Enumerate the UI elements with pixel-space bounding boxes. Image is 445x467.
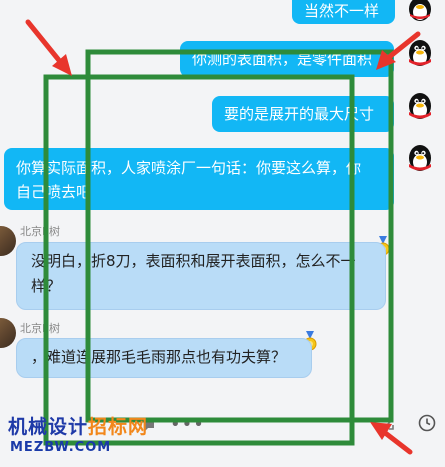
- watermark-part2: 招标网: [88, 416, 149, 438]
- outgoing-message-bubble[interactable]: 要的是展开的最大尺寸: [212, 96, 394, 132]
- message-text-line: 样？: [31, 277, 62, 295]
- watermark-title: 机械设计招标网: [8, 412, 148, 439]
- message-text: ，难道连展那毛毛雨那点也有功夫算？: [31, 348, 287, 366]
- sender-name: 北京E树: [20, 322, 60, 335]
- contact-avatar[interactable]: [0, 226, 16, 256]
- contact-avatar[interactable]: [0, 318, 16, 348]
- incoming-message-bubble[interactable]: ，难道连展那毛毛雨那点也有功夫算？: [16, 338, 312, 378]
- outgoing-message-bubble[interactable]: 你算实际面积，人家喷涂厂一句话：你要这么算，你 自己喷去吧: [4, 148, 394, 210]
- penguin-avatar-icon[interactable]: [405, 143, 435, 173]
- ellipsis-icon[interactable]: •••: [170, 414, 205, 435]
- penguin-avatar-icon[interactable]: [405, 38, 435, 68]
- message-text-line: 没明白，折8刀，表面积和展开表面积，怎么不一: [31, 252, 356, 270]
- message-text-line: 你算实际面积，人家喷涂厂一句话：你要这么算，你: [16, 159, 362, 177]
- clock-icon[interactable]: [418, 414, 436, 436]
- resize-icon[interactable]: [380, 416, 396, 436]
- message-text: 要的是展开的最大尺寸: [224, 105, 375, 123]
- penguin-avatar-icon[interactable]: [405, 91, 435, 121]
- message-text: 你测的表面积，是零件面积: [192, 50, 373, 68]
- penguin-avatar-icon[interactable]: [405, 0, 435, 22]
- watermark-url: MEZBW.COM: [10, 440, 112, 455]
- message-text-line: 自己喷去吧: [16, 183, 92, 201]
- watermark-part1: 机械设计: [8, 416, 89, 438]
- incoming-message-bubble[interactable]: 没明白，折8刀，表面积和展开表面积，怎么不一 样？: [16, 242, 386, 310]
- sender-name: 北京E树: [20, 225, 60, 238]
- outgoing-message-bubble[interactable]: 当然不一样: [292, 0, 395, 24]
- outgoing-message-bubble[interactable]: 你测的表面积，是零件面积: [180, 41, 394, 77]
- message-text: 当然不一样: [304, 2, 380, 20]
- site-watermark-logo: 机械设计招标网 MEZBW.COM: [8, 410, 148, 462]
- chat-message-list: 当然不一样 你测的表面积，是零件面积 要的是展开的最大尺寸 你算实际面积，人家喷…: [0, 0, 445, 410]
